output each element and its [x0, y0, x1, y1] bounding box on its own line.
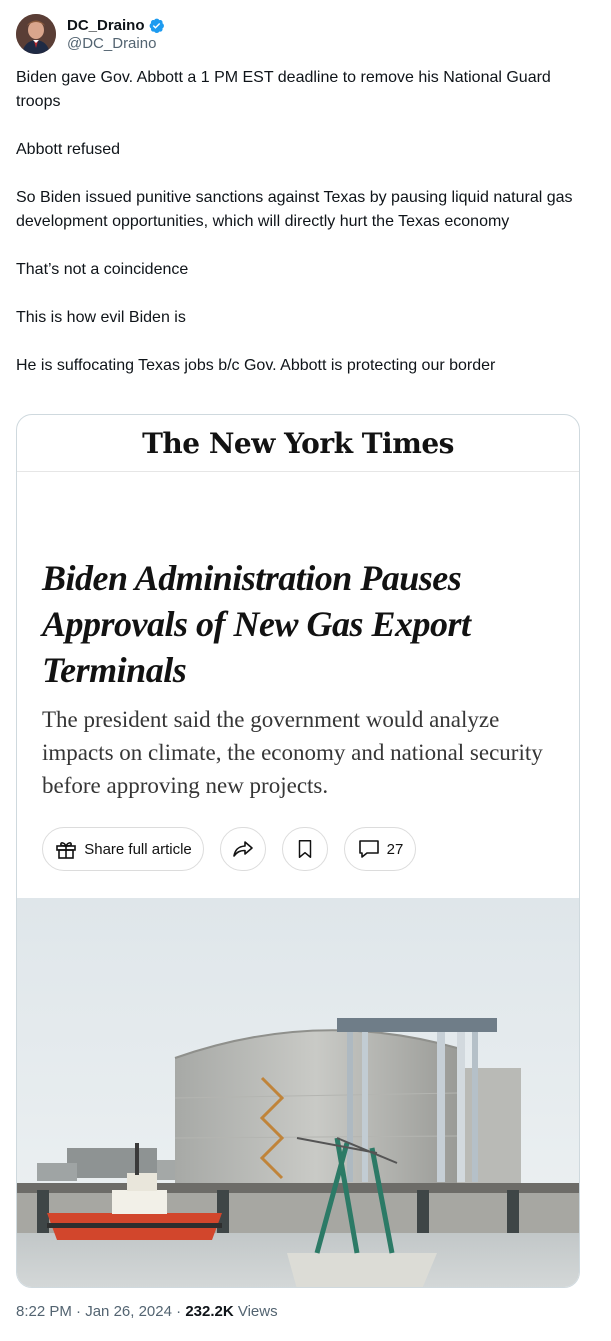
tweet-text: Biden gave Gov. Abbott a 1 PM EST deadli…	[16, 66, 576, 378]
tweet-paragraph: Abbott refused	[16, 141, 121, 158]
bookmark-button[interactable]	[282, 827, 328, 871]
tweet-paragraph: Biden gave Gov. Abbott a 1 PM EST deadli…	[16, 69, 551, 110]
verified-badge-icon	[149, 18, 164, 33]
tweet-header: DC_Draino @DC_Draino	[16, 12, 165, 56]
views-label: Views	[237, 1303, 278, 1320]
gift-icon	[56, 842, 77, 859]
tweet-paragraph: This is how evil Biden is	[16, 309, 186, 326]
share-button-label: Share full article	[84, 840, 192, 858]
tweet-paragraph: He is suffocating Texas jobs b/c Gov. Ab…	[16, 357, 496, 374]
share-arrow-icon	[233, 841, 253, 857]
tweet-meta: 8:22 PM · Jan 26, 2024 · 232.2K Views	[16, 1303, 278, 1320]
nyt-masthead: The New York Times	[17, 415, 579, 472]
attached-image[interactable]: The New York Times Biden Administration …	[16, 414, 580, 1288]
display-name[interactable]: DC_Draino	[67, 17, 145, 34]
avatar[interactable]	[16, 14, 56, 54]
comments-button[interactable]: 27	[344, 827, 416, 871]
tweet-time[interactable]: 8:22 PM	[16, 1303, 72, 1320]
comment-icon	[358, 840, 379, 858]
article-headline: Biden Administration Pauses Approvals of…	[42, 558, 471, 690]
lng-terminal-photo	[17, 898, 579, 1287]
tweet-date[interactable]: Jan 26, 2024	[85, 1303, 172, 1320]
views-count: 232.2K	[185, 1303, 234, 1320]
forward-button[interactable]	[220, 827, 266, 871]
share-full-article-button[interactable]: Share full article	[42, 827, 204, 871]
separator: ·	[176, 1303, 182, 1320]
comment-count: 27	[386, 840, 404, 858]
nyt-logo: The New York Times	[142, 426, 454, 460]
tweet-paragraph: That’s not a coincidence	[16, 261, 189, 278]
article-actions: Share full article 27	[42, 827, 416, 871]
article-summary: The president said the government would …	[42, 707, 543, 798]
user-handle[interactable]: @DC_Draino	[67, 35, 165, 52]
separator: ·	[76, 1303, 82, 1320]
tweet-paragraph: So Biden issued punitive sanctions again…	[16, 189, 573, 230]
bookmark-icon	[298, 840, 312, 858]
